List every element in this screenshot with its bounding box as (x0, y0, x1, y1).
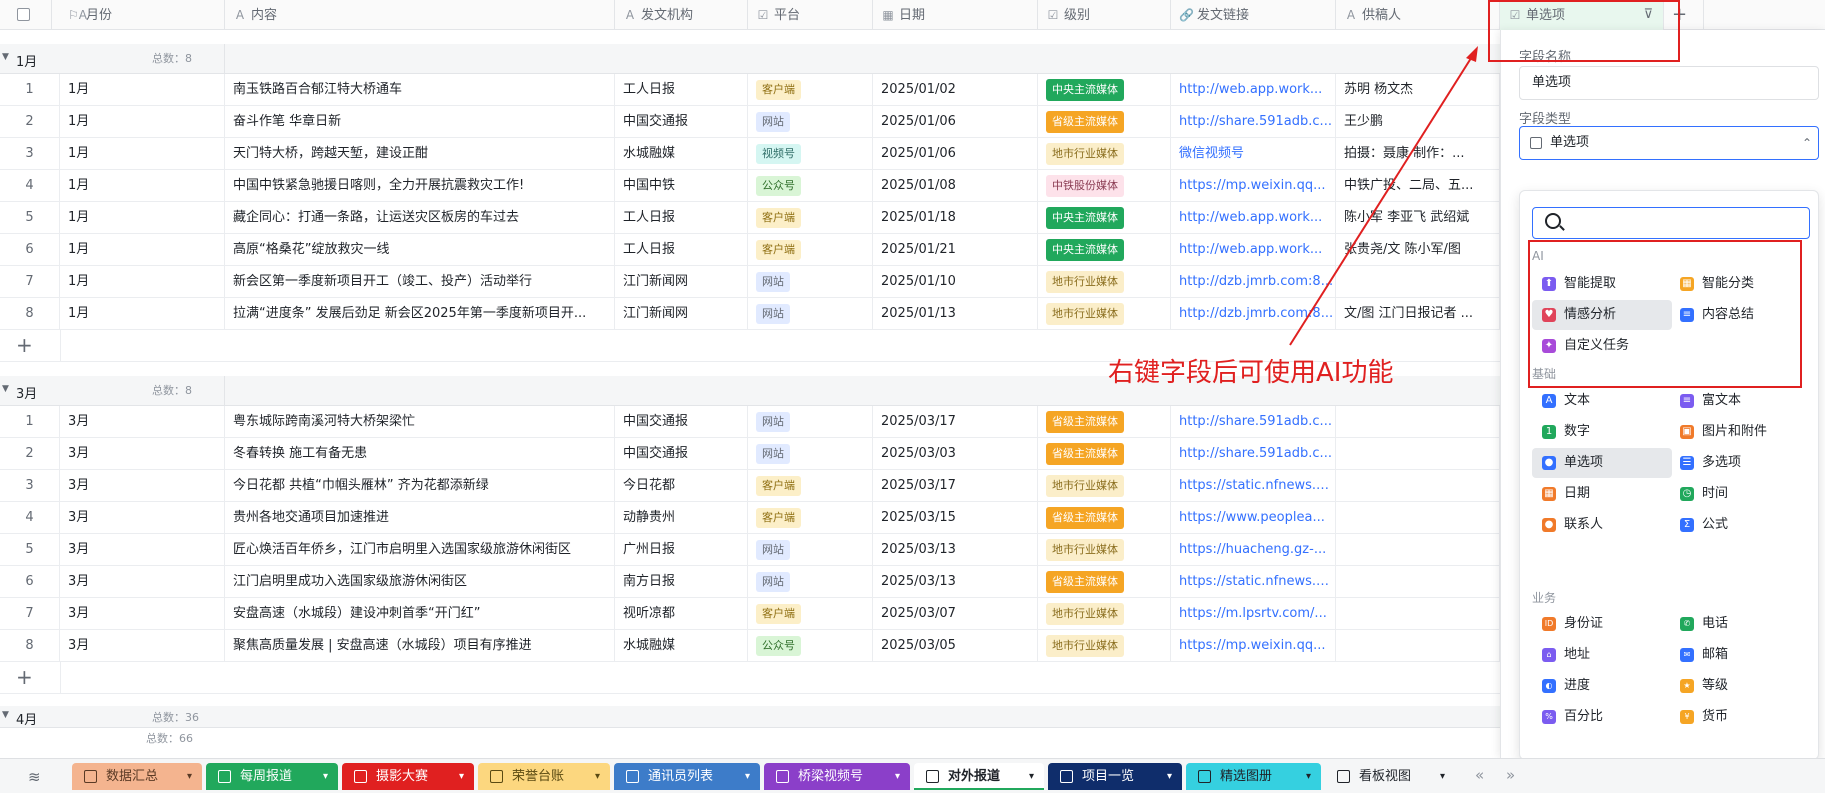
sheet-icon (1198, 770, 1211, 783)
sheet-icon (490, 770, 503, 783)
tab-label: 每周报道 (240, 769, 293, 784)
chevron-down-icon[interactable]: ▾ (1029, 763, 1034, 790)
sheet-icon (1060, 770, 1073, 783)
sheet-tab-bar: ≋ « » 数据汇总 ▾ 每周报道 ▾ 摄影大赛 ▾ 荣誉台账 ▾ 通讯员列表 ▾ 桥梁视频号 ▾ 对外… (0, 758, 1825, 793)
chevron-down-icon[interactable]: ▾ (595, 763, 600, 790)
sheet-tab-6[interactable]: 对外报道 ▾ (914, 763, 1044, 790)
sheet-icon (354, 770, 367, 783)
tab-label: 桥梁视频号 (798, 769, 864, 784)
sheet-tab-2[interactable]: 摄影大赛 ▾ (342, 763, 474, 790)
tab-label: 通讯员列表 (648, 769, 714, 784)
sheet-tab-1[interactable]: 每周报道 ▾ (206, 763, 338, 790)
chevron-down-icon[interactable]: ▾ (459, 763, 464, 790)
chevron-down-icon[interactable]: ▾ (745, 763, 750, 790)
sheet-tab-7[interactable]: 项目一览 ▾ (1048, 763, 1182, 790)
sheet-tab-3[interactable]: 荣誉台账 ▾ (478, 763, 610, 790)
tabs-next-icon[interactable]: » (1506, 766, 1515, 784)
tab-label: 对外报道 (948, 769, 1001, 784)
tab-label: 摄影大赛 (376, 769, 429, 784)
app-root: ⚐A月份 A 内容 A 发文机构 ☑ 平台 ▦ 日期 ☑ 级别 🔗 发文链接 A 供稿人 ☑ 单选项 ⊽ + ▼ 1月… (0, 0, 1825, 793)
annotation-text: 右键字段后可使用AI功能 (1108, 358, 1394, 388)
annotation-arrow (1289, 46, 1478, 346)
tab-label: 看板视图 (1359, 769, 1412, 784)
chevron-down-icon[interactable]: ▾ (895, 763, 900, 790)
chevron-down-icon[interactable]: ▾ (1306, 763, 1311, 790)
tab-label: 荣誉台账 (512, 769, 565, 784)
sheet-tab-9[interactable]: 看板视图 ▾ (1325, 763, 1455, 790)
sheet-tab-5[interactable]: 桥梁视频号 ▾ (764, 763, 910, 790)
sheet-tab-8[interactable]: 精选图册 ▾ (1186, 763, 1321, 790)
sheet-tab-0[interactable]: 数据汇总 ▾ (72, 763, 202, 790)
sheet-icon (776, 770, 789, 783)
chevron-down-icon[interactable]: ▾ (1440, 763, 1445, 790)
sheet-icon (626, 770, 639, 783)
layers-icon[interactable]: ≋ (28, 768, 41, 786)
sheet-tab-4[interactable]: 通讯员列表 ▾ (614, 763, 760, 790)
tab-label: 精选图册 (1220, 769, 1273, 784)
sheet-icon (1337, 770, 1350, 783)
chevron-down-icon[interactable]: ▾ (323, 763, 328, 790)
tab-label: 数据汇总 (106, 769, 159, 784)
sheet-icon (218, 770, 231, 783)
chevron-down-icon[interactable]: ▾ (1167, 763, 1172, 790)
tab-label: 项目一览 (1082, 769, 1135, 784)
tabs-prev-icon[interactable]: « (1475, 766, 1484, 784)
sheet-icon (926, 770, 939, 783)
chevron-down-icon[interactable]: ▾ (187, 763, 192, 790)
sheet-icon (84, 770, 97, 783)
